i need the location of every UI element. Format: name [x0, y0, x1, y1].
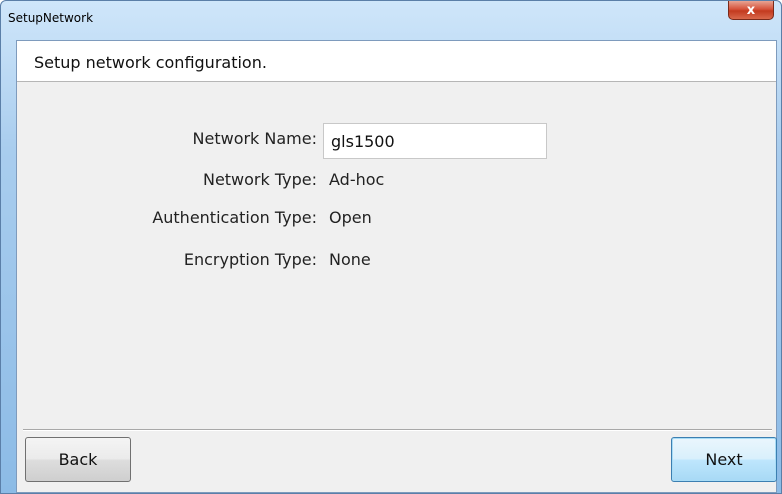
encryption-type-value: None	[329, 250, 371, 269]
auth-type-label: Authentication Type:	[152, 208, 317, 227]
setup-network-window: SetupNetwork x Setup network configurati…	[0, 0, 782, 494]
back-button[interactable]: Back	[25, 437, 131, 482]
button-divider	[23, 429, 772, 431]
header-banner: Setup network configuration.	[17, 41, 776, 82]
network-name-input[interactable]	[323, 123, 547, 159]
window-title: SetupNetwork	[8, 11, 94, 25]
next-button[interactable]: Next	[671, 437, 777, 482]
encryption-type-label: Encryption Type:	[183, 250, 317, 269]
network-type-label: Network Type:	[202, 170, 317, 189]
dialog-client-area: Setup network configuration. Network Nam…	[16, 40, 777, 493]
network-type-value: Ad-hoc	[329, 170, 385, 189]
network-name-label: Network Name:	[192, 129, 317, 148]
close-icon: x	[746, 2, 756, 18]
header-text: Setup network configuration.	[34, 53, 267, 72]
auth-type-value: Open	[329, 208, 372, 227]
title-bar[interactable]: SetupNetwork x	[1, 1, 781, 39]
close-button[interactable]: x	[728, 1, 774, 20]
